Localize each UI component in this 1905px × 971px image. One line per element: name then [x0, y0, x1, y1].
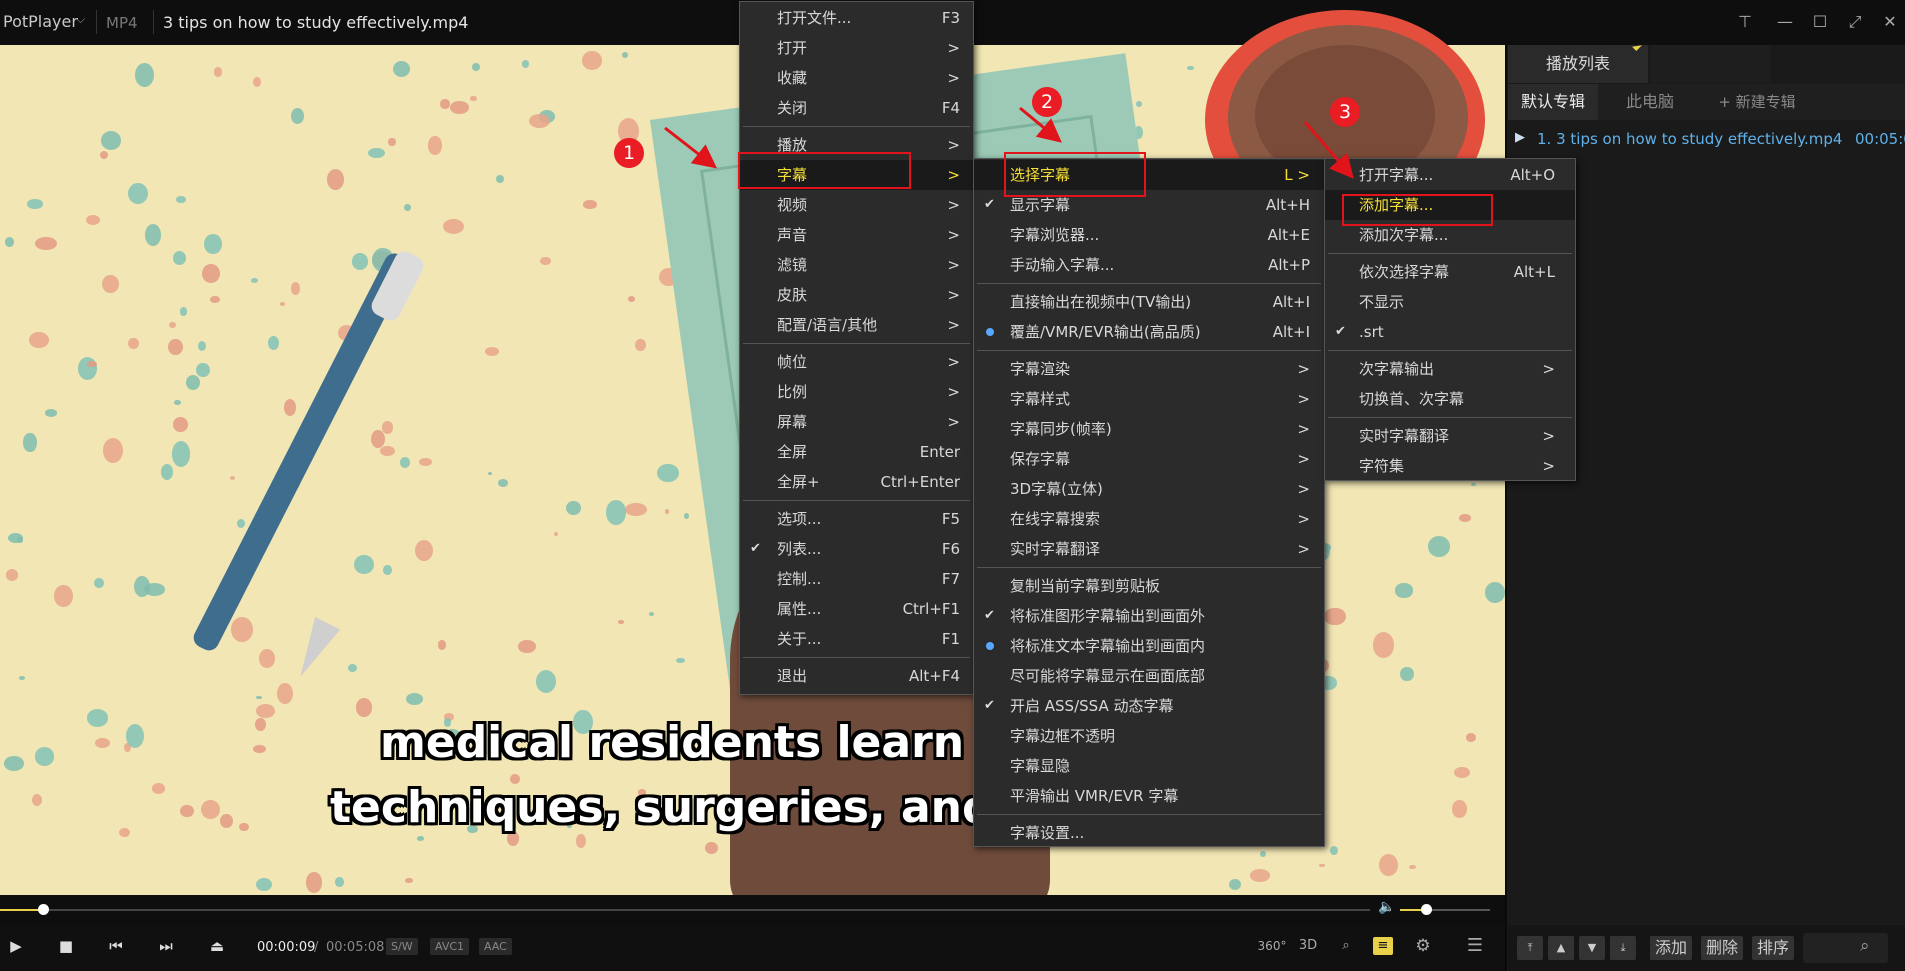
annotation-arrows — [664, 106, 1354, 179]
annotation-arrow-3 — [1303, 121, 1354, 179]
annotation-arrow-1 — [664, 126, 718, 169]
annotation-arrow-2 — [1019, 106, 1062, 143]
